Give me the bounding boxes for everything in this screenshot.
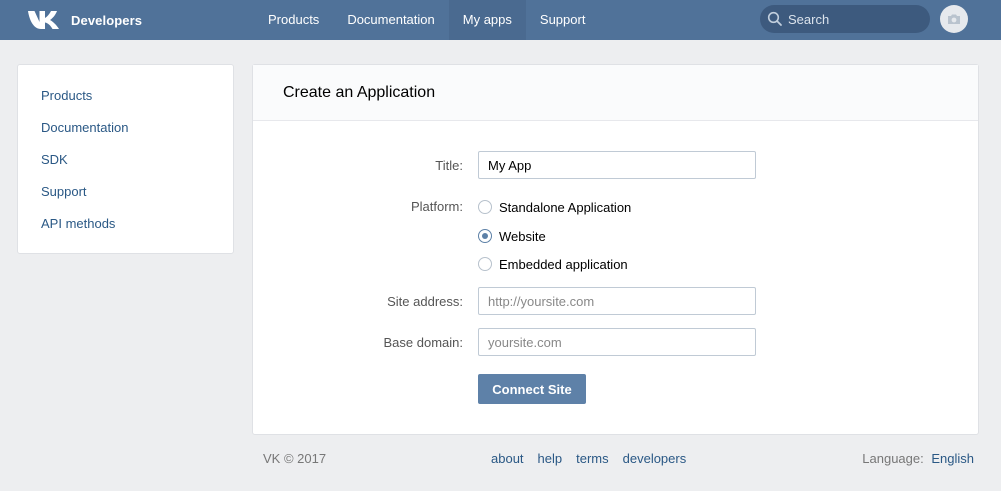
language-link[interactable]: English [931,451,974,466]
radio-label: Website [499,228,546,244]
language-selector: Language: English [862,451,974,466]
site-address-label: Site address: [387,294,463,309]
search-input[interactable] [788,5,923,33]
top-header: Developers Products Documentation My app… [0,0,1001,40]
connect-site-button[interactable]: Connect Site [478,374,586,404]
camera-icon [948,14,960,24]
panel-header: Create an Application [253,65,978,121]
title-label: Title: [435,158,463,173]
footer-links: about help terms developers [491,451,700,466]
copyright: VK © 2017 [263,451,327,466]
footer-link-help[interactable]: help [538,451,563,466]
nav-documentation[interactable]: Documentation [333,0,448,40]
sidebar: Products Documentation SDK Support API m… [17,64,234,254]
sidebar-item-api-methods[interactable]: API methods [18,211,233,243]
footer-link-terms[interactable]: terms [576,451,609,466]
create-app-panel: Create an Application Title: Platform: S… [252,64,979,435]
footer: VK © 2017 about help terms developers La… [252,448,979,468]
radio-label: Embedded application [499,256,628,272]
sidebar-item-products[interactable]: Products [18,83,233,115]
nav-products[interactable]: Products [254,0,333,40]
platform-label: Platform: [410,199,463,214]
footer-link-about[interactable]: about [491,451,524,466]
radio-button[interactable] [478,257,492,271]
radio-label: Standalone Application [499,199,632,215]
base-domain-field[interactable] [478,328,756,356]
radio-option-standalone[interactable]: Standalone Application [478,198,631,216]
radio-option-embedded[interactable]: Embedded application [478,255,628,273]
sidebar-item-documentation[interactable]: Documentation [18,115,233,147]
brand-text: Developers [71,12,143,28]
avatar[interactable] [940,5,968,33]
radio-button-selected[interactable] [478,229,492,243]
site-address-field[interactable] [478,287,756,315]
page-title: Create an Application [283,84,436,101]
vk-logo-icon [28,11,59,29]
nav-my-apps[interactable]: My apps [448,0,526,40]
footer-link-developers[interactable]: developers [623,451,687,466]
title-field[interactable] [478,151,756,179]
radio-option-website[interactable]: Website [478,227,546,245]
radio-button[interactable] [478,200,492,214]
search-box [760,5,930,33]
sidebar-item-support[interactable]: Support [18,179,233,211]
top-nav: Products Documentation My apps Support [254,0,599,40]
nav-support[interactable]: Support [526,0,600,40]
language-label: Language: [862,451,924,466]
logo-link[interactable]: Developers [28,9,142,31]
search-icon [767,11,782,26]
sidebar-item-sdk[interactable]: SDK [18,147,233,179]
base-domain-label: Base domain: [383,335,464,350]
